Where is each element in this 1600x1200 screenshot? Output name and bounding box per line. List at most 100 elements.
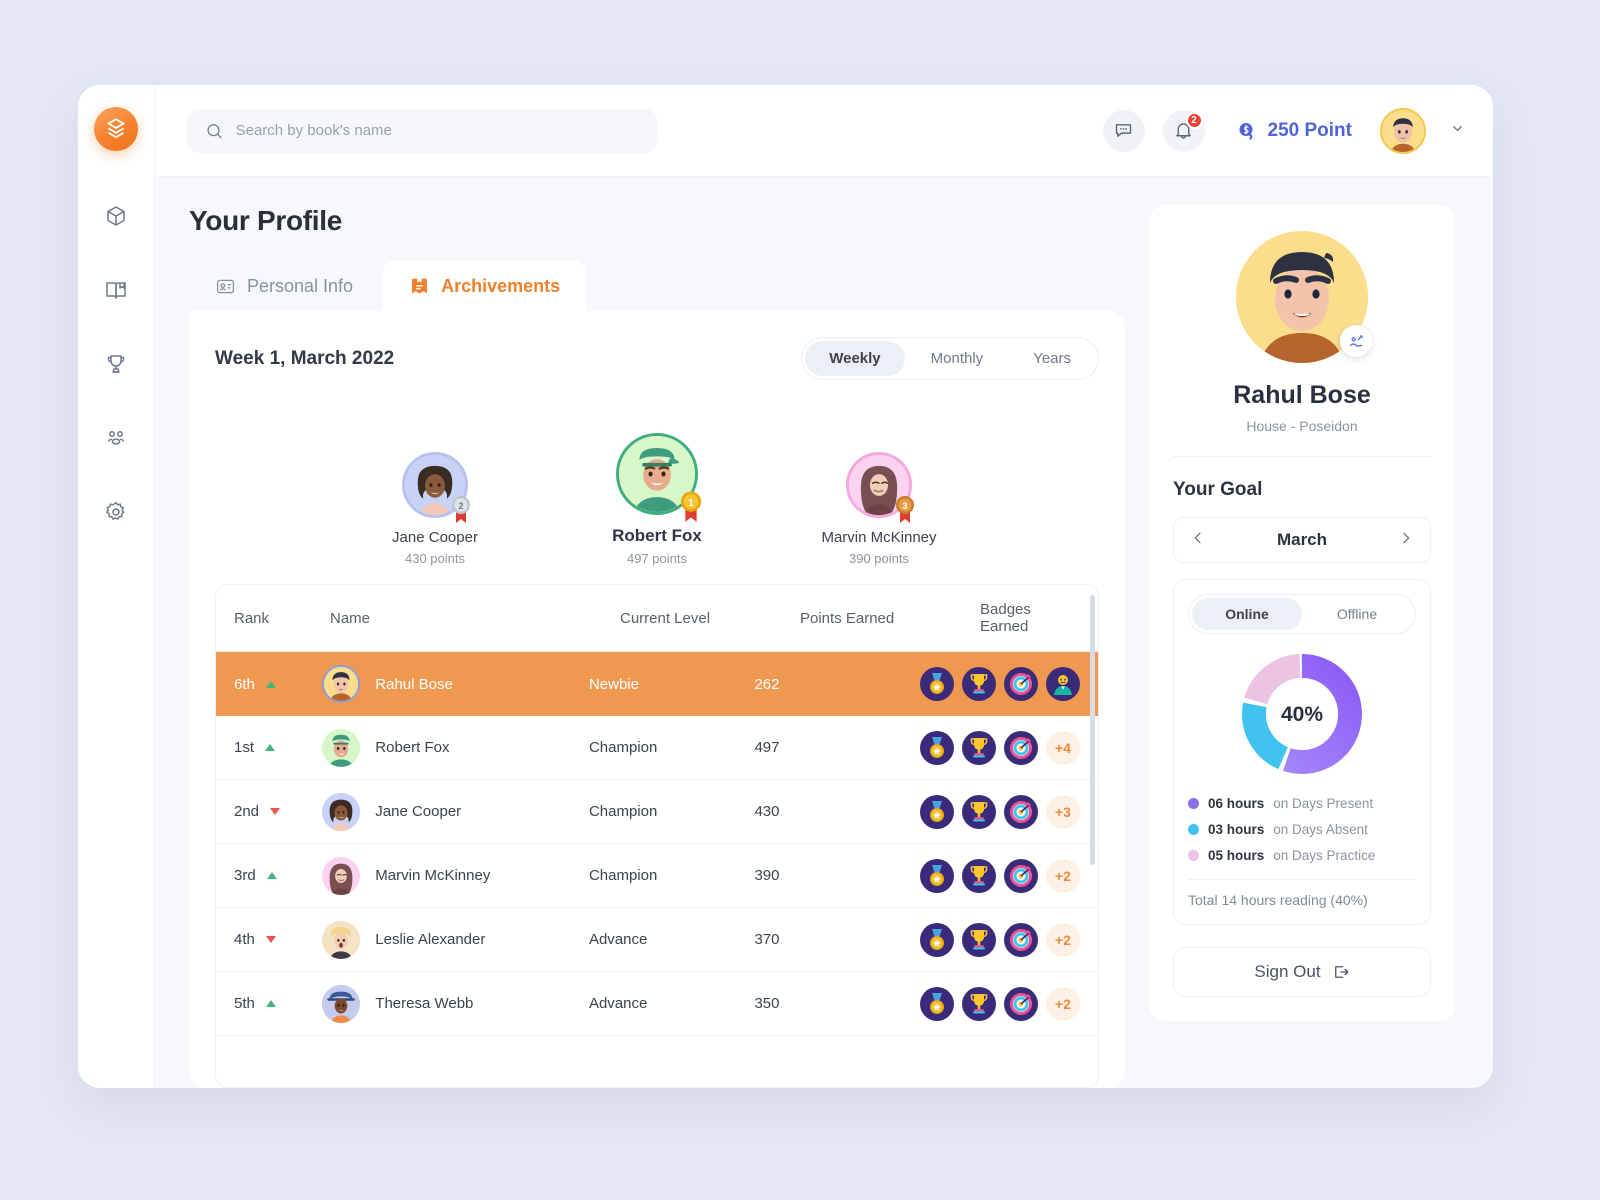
table-row[interactable]: 1st Robert Fox Champion 497 +4: [216, 716, 1098, 780]
cell-points: 430: [754, 803, 780, 820]
more-badges-count[interactable]: +2: [1045, 922, 1080, 957]
edit-profile-button[interactable]: [1340, 325, 1372, 357]
trophy-badge-icon[interactable]: [961, 730, 996, 765]
trophy-badge-icon[interactable]: [961, 858, 996, 893]
table-row[interactable]: 3rd Marvin McKinney Champion 390 +2: [216, 844, 1098, 908]
medal-badge-icon[interactable]: [919, 986, 954, 1021]
target-badge-icon[interactable]: [1003, 858, 1038, 893]
mode-option-offline[interactable]: Offline: [1302, 598, 1412, 630]
search-icon: [207, 123, 222, 138]
rank-up-arrow-icon: [265, 680, 276, 688]
trophy-badge-icon[interactable]: [961, 986, 996, 1021]
cell-name: Robert Fox: [322, 728, 589, 767]
sign-out-button[interactable]: Sign Out: [1173, 947, 1431, 997]
sign-out-label: Sign Out: [1254, 962, 1321, 981]
points-indicator[interactable]: 250 Point: [1235, 119, 1352, 143]
tab-personal-info[interactable]: Personal Info: [189, 262, 379, 311]
table-row[interactable]: 2nd Jane Cooper Champion 430 +3: [216, 780, 1098, 844]
medal-ribbon-icon: 2: [452, 496, 470, 523]
podium-item-second[interactable]: 2 Jane Cooper 430 points: [355, 452, 515, 566]
avatar[interactable]: [1380, 107, 1426, 154]
next-month-button[interactable]: [1398, 530, 1414, 551]
medal-badge-icon[interactable]: [919, 922, 954, 957]
cell-rank: 4th: [234, 931, 322, 948]
divider: [1188, 879, 1416, 880]
range-option-years[interactable]: Years: [1009, 341, 1095, 376]
tab-archivements[interactable]: Archivements: [383, 261, 587, 311]
legend-item-present: 06 hours on Days Present: [1188, 796, 1416, 811]
column-header-badges: Badges Earned: [980, 601, 1031, 635]
topbar-actions: 2 250 Point: [1102, 107, 1465, 154]
person-badge-icon[interactable]: [1045, 667, 1080, 701]
trophy-badge-icon[interactable]: [961, 667, 996, 701]
week-label: Week 1, March 2022: [215, 347, 395, 369]
left-sidebar: [78, 85, 155, 1088]
app-logo[interactable]: [94, 107, 138, 151]
cell-name: Jane Cooper: [322, 792, 589, 831]
table-row[interactable]: 4th Leslie Alexander Advance 370 +2: [216, 908, 1098, 972]
sidebar-item-achievements[interactable]: [103, 351, 129, 377]
more-badges-count[interactable]: +2: [1045, 986, 1080, 1021]
goal-box: Online Offline 40% 06 hours on Days Pres…: [1173, 579, 1431, 925]
cell-badges: +2: [919, 858, 1080, 893]
podium-points: 390 points: [849, 551, 909, 566]
table-header: Rank Name Current Level Points Earned Ba…: [216, 585, 1098, 652]
medal-badge-icon[interactable]: [919, 858, 954, 893]
notifications-button[interactable]: 2: [1162, 109, 1205, 152]
cell-level: Advance: [588, 995, 648, 1012]
search-box[interactable]: [187, 108, 657, 153]
cell-rank: 6th: [234, 676, 322, 693]
column-header-points: Points Earned: [800, 609, 895, 627]
prev-month-button[interactable]: [1190, 530, 1206, 551]
target-badge-icon[interactable]: [1003, 730, 1038, 765]
target-badge-icon[interactable]: [1003, 922, 1038, 957]
rank-down-arrow-icon: [265, 936, 276, 943]
podium-item-first[interactable]: 1 Robert Fox 497 points: [577, 433, 737, 566]
month-navigator: March: [1173, 517, 1431, 563]
more-badges-count[interactable]: +3: [1045, 794, 1080, 829]
sidebar-item-settings[interactable]: [103, 499, 129, 525]
leaderboard-table: Rank Name Current Level Points Earned Ba…: [215, 584, 1099, 1088]
podium-points: 430 points: [405, 551, 465, 566]
row-name-label: Jane Cooper: [375, 803, 462, 820]
chevron-down-icon[interactable]: [1450, 121, 1465, 141]
medal-badge-icon[interactable]: [919, 730, 954, 765]
cube-icon: [107, 206, 125, 226]
legend-item-practice: 05 hours on Days Practice: [1188, 848, 1416, 863]
target-badge-icon[interactable]: [1003, 794, 1038, 829]
goal-total: Total 14 hours reading (40%): [1188, 892, 1368, 908]
range-option-weekly[interactable]: Weekly: [805, 341, 905, 376]
rank-up-arrow-icon: [266, 872, 277, 879]
row-name-label: Theresa Webb: [375, 995, 474, 1012]
target-badge-icon[interactable]: [1003, 986, 1038, 1021]
search-input[interactable]: [235, 122, 639, 139]
table-body: 6th Rahul Bose Newbie 262 1st Robert Fox…: [216, 652, 1098, 1087]
trophy-badge-icon[interactable]: [961, 922, 996, 957]
more-badges-count[interactable]: +4: [1045, 730, 1080, 765]
table-row[interactable]: 5th Theresa Webb Advance 350 +2: [216, 972, 1098, 1036]
chat-button[interactable]: [1102, 109, 1145, 152]
podium-avatar-wrap: 3: [846, 452, 914, 523]
trophy-icon: [107, 355, 125, 373]
range-option-monthly[interactable]: Monthly: [907, 341, 1008, 376]
cell-points: 350: [754, 995, 780, 1012]
cell-level: Champion: [588, 803, 658, 820]
mode-option-online[interactable]: Online: [1192, 598, 1302, 630]
cell-badges: +2: [919, 922, 1080, 957]
table-row[interactable]: 6th Rahul Bose Newbie 262: [216, 652, 1098, 716]
column-header-rank: Rank: [234, 609, 270, 627]
sidebar-item-dashboard[interactable]: [103, 203, 129, 229]
trophy-badge-icon[interactable]: [961, 794, 996, 829]
podium-item-third[interactable]: 3 Marvin McKinney 390 points: [799, 452, 959, 566]
target-badge-icon[interactable]: [1003, 667, 1038, 701]
sidebar-item-community[interactable]: [103, 425, 129, 451]
row-avatar: [322, 792, 361, 831]
table-scrollbar[interactable]: [1090, 595, 1095, 865]
medal-badge-icon[interactable]: [919, 794, 954, 829]
sidebar-item-library[interactable]: [103, 277, 129, 303]
more-badges-count[interactable]: +2: [1045, 858, 1080, 893]
podium-name: Marvin McKinney: [821, 529, 937, 546]
cell-level: Newbie: [588, 675, 639, 693]
podium-avatar-wrap: 1: [616, 433, 702, 522]
medal-badge-icon[interactable]: [919, 667, 954, 701]
